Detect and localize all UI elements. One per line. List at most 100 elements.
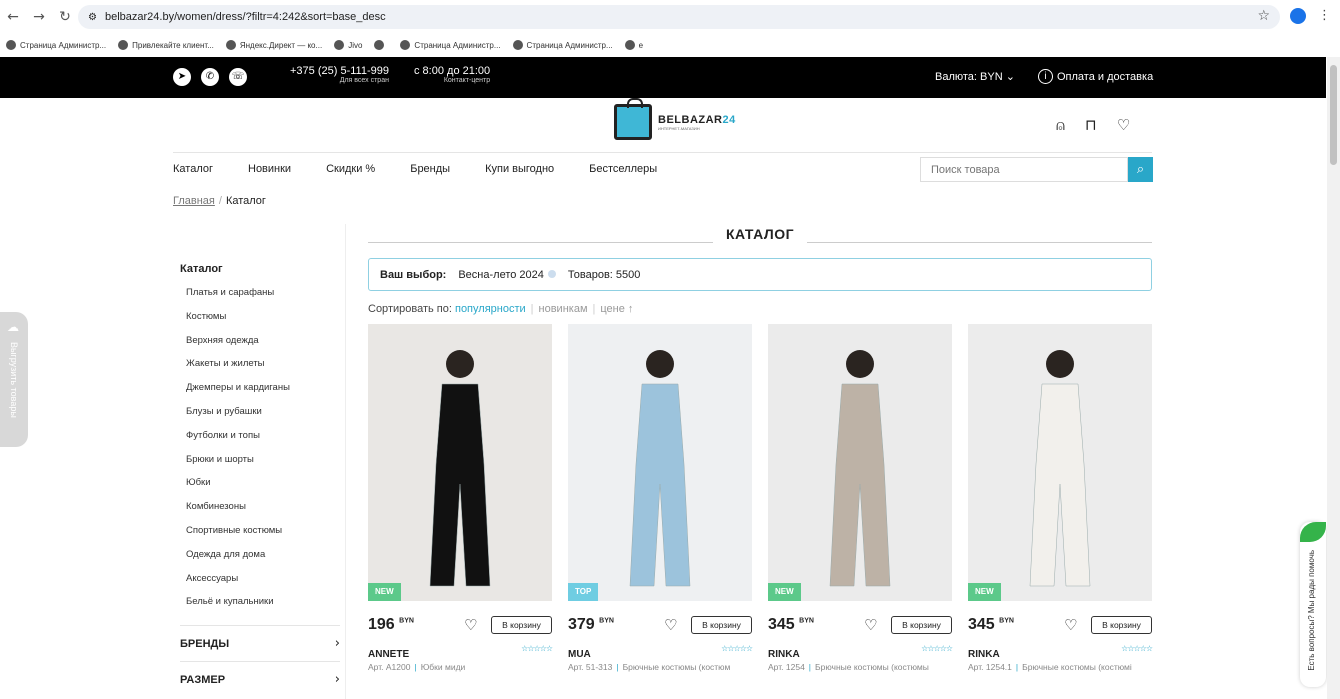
sidebar-category-item[interactable]: Жакеты и жилеты: [186, 358, 290, 382]
bookmark-item[interactable]: Яндекс.Директ — ко...: [225, 40, 322, 50]
rating-stars-icon[interactable]: ☆☆☆☆☆: [521, 644, 553, 653]
favorite-heart-icon[interactable]: ♡: [864, 616, 877, 634]
breadcrumb-home[interactable]: Главная: [173, 195, 215, 207]
search-input[interactable]: [920, 157, 1128, 182]
sort-popularity[interactable]: популярности: [455, 303, 526, 315]
rating-stars-icon[interactable]: ☆☆☆☆☆: [721, 644, 753, 653]
upload-goods-tab[interactable]: ☁ Выгрузить товары: [0, 312, 28, 447]
product-category[interactable]: Брючные костюмы (костюмы: [815, 662, 929, 672]
filter-brands-label[interactable]: БРЕНДЫ: [180, 638, 229, 650]
bookmark-label[interactable]: Привлекайте клиент...: [132, 41, 214, 50]
telegram-icon[interactable]: ➤: [173, 68, 191, 86]
bookmark-item[interactable]: [374, 40, 388, 50]
filter-brands[interactable]: БРЕНДЫ ›: [180, 625, 340, 661]
filter-size[interactable]: РАЗМЕР ›: [180, 661, 340, 697]
nav-item[interactable]: Новинки: [248, 163, 291, 175]
chat-widget[interactable]: Есть вопросы? Мы рады помочь: [1300, 522, 1326, 687]
site-settings-icon[interactable]: ⚙: [88, 12, 97, 23]
sidebar-category-item[interactable]: Костюмы: [186, 311, 290, 335]
bookmark-item[interactable]: Привлекайте клиент...: [118, 40, 214, 50]
reload-icon[interactable]: ↻: [52, 9, 78, 25]
product-category[interactable]: Юбки миди: [421, 662, 466, 672]
favorites-heart-icon[interactable]: ♡: [1117, 116, 1130, 134]
nav-item[interactable]: Купи выгодно: [485, 163, 554, 175]
phone-number[interactable]: +375 (25) 5-111-999: [290, 65, 389, 77]
upload-goods-label[interactable]: Выгрузить товары: [9, 342, 19, 418]
sort-newest[interactable]: новинкам: [539, 303, 588, 315]
bookmark-label[interactable]: Яндекс.Директ — ко...: [240, 41, 322, 50]
sidebar-category-item[interactable]: Одежда для дома: [186, 549, 290, 573]
product-category[interactable]: Брючные костюмы (костюмі: [1022, 662, 1132, 672]
rating-stars-icon[interactable]: ☆☆☆☆☆: [1121, 644, 1153, 653]
page-scrollbar[interactable]: [1327, 57, 1340, 699]
cart-icon[interactable]: ⊓: [1085, 116, 1097, 134]
product-image[interactable]: TOP: [568, 324, 752, 601]
viber-icon[interactable]: ✆: [201, 68, 219, 86]
sidebar-category-item[interactable]: Аксессуары: [186, 573, 290, 597]
product-brand[interactable]: RINKA: [768, 649, 800, 660]
sidebar-category-item[interactable]: Комбинезоны: [186, 501, 290, 525]
currency-select[interactable]: Валюта: BYN ⌄: [935, 70, 1015, 83]
phone-block[interactable]: +375 (25) 5-111-999 Для всех стран: [290, 65, 389, 84]
add-to-cart-button[interactable]: В корзину: [691, 616, 752, 634]
filter-chip-label[interactable]: Весна-лето 2024: [458, 269, 544, 281]
bookmark-label[interactable]: Jivo: [348, 41, 362, 50]
product-brand[interactable]: RINKA: [968, 649, 1000, 660]
user-icon[interactable]: ⍝: [1056, 116, 1065, 134]
rating-stars-icon[interactable]: ☆☆☆☆☆: [921, 644, 953, 653]
sidebar-title[interactable]: Каталог: [180, 263, 223, 275]
browser-menu-icon[interactable]: ⋮: [1318, 8, 1331, 24]
scrollbar-thumb[interactable]: [1330, 65, 1337, 165]
product-card[interactable]: NEW 345 BYN ♡ В корзину RINKA ☆☆☆☆☆ Арт.…: [968, 324, 1153, 672]
bookmark-item[interactable]: Страница Администр...: [6, 40, 106, 50]
bookmark-item[interactable]: е: [624, 40, 643, 50]
filter-chip[interactable]: Весна-лето 2024: [458, 269, 556, 281]
product-brand[interactable]: MUA: [568, 649, 591, 660]
delivery-label[interactable]: Оплата и доставка: [1057, 71, 1153, 83]
product-card[interactable]: NEW 196 BYN ♡ В корзину ANNETE ☆☆☆☆☆ Арт…: [368, 324, 553, 672]
bookmark-item[interactable]: Страница Администр...: [400, 40, 501, 50]
product-image[interactable]: NEW: [968, 324, 1152, 601]
sort-price[interactable]: цене ↑: [600, 303, 633, 315]
add-to-cart-button[interactable]: В корзину: [891, 616, 952, 634]
bookmark-label[interactable]: Страница Администр...: [20, 41, 106, 50]
address-bar[interactable]: ⚙ belbazar24.by/women/dress/?filtr=4:242…: [78, 5, 1280, 29]
forward-icon[interactable]: →: [26, 9, 52, 25]
bookmark-label[interactable]: Страница Администр...: [414, 41, 500, 50]
sidebar-category-item[interactable]: Бельё и купальники: [186, 596, 290, 620]
nav-item[interactable]: Бренды: [410, 163, 450, 175]
delivery-link[interactable]: i Оплата и доставка: [1038, 69, 1153, 84]
sidebar-category-item[interactable]: Платья и сарафаны: [186, 287, 290, 311]
profile-avatar[interactable]: [1290, 8, 1306, 24]
chat-widget-label[interactable]: Есть вопросы? Мы рады помочь: [1307, 550, 1316, 671]
sidebar-category-item[interactable]: Верхняя одежда: [186, 335, 290, 359]
sidebar-category-item[interactable]: Блузы и рубашки: [186, 406, 290, 430]
product-image[interactable]: NEW: [768, 324, 952, 601]
site-logo[interactable]: BELBAZAR24 ИНТЕРНЕТ-МАГАЗИН: [614, 98, 736, 140]
nav-item[interactable]: Бестселлеры: [589, 163, 657, 175]
sidebar-category-item[interactable]: Юбки: [186, 477, 290, 501]
favorite-heart-icon[interactable]: ♡: [1064, 616, 1077, 634]
nav-item[interactable]: Скидки %: [326, 163, 375, 175]
back-icon[interactable]: ←: [0, 9, 26, 25]
bookmark-item[interactable]: Jivo: [334, 40, 362, 50]
favorite-heart-icon[interactable]: ♡: [664, 616, 677, 634]
search-button[interactable]: ⌕: [1128, 157, 1153, 182]
bookmark-star-icon[interactable]: ☆: [1257, 8, 1270, 24]
product-card[interactable]: TOP 379 BYN ♡ В корзину MUA ☆☆☆☆☆ Арт. 5…: [568, 324, 753, 672]
sidebar-category-item[interactable]: Спортивные костюмы: [186, 525, 290, 549]
product-card[interactable]: NEW 345 BYN ♡ В корзину RINKA ☆☆☆☆☆ Арт.…: [768, 324, 953, 672]
add-to-cart-button[interactable]: В корзину: [491, 616, 552, 634]
favorite-heart-icon[interactable]: ♡: [464, 616, 477, 634]
product-category[interactable]: Брючные костюмы (костюм: [623, 662, 731, 672]
sidebar-category-item[interactable]: Джемперы и кардиганы: [186, 382, 290, 406]
bookmark-item[interactable]: Страница Администр...: [512, 40, 613, 50]
bookmark-label[interactable]: е: [639, 41, 643, 50]
nav-item[interactable]: Каталог: [173, 163, 213, 175]
add-to-cart-button[interactable]: В корзину: [1091, 616, 1152, 634]
product-image[interactable]: NEW: [368, 324, 552, 601]
product-brand[interactable]: ANNETE: [368, 649, 409, 660]
url-text[interactable]: belbazar24.by/women/dress/?filtr=4:242&s…: [105, 11, 386, 23]
remove-filter-icon[interactable]: [547, 269, 556, 278]
filter-size-label[interactable]: РАЗМЕР: [180, 674, 225, 686]
